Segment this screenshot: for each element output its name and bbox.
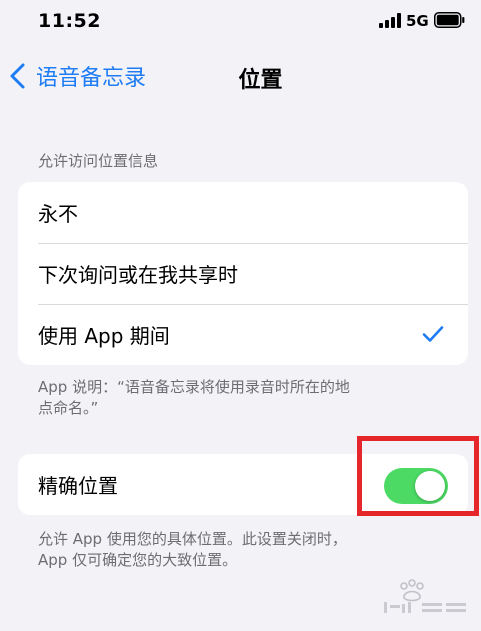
footer-line: App 仅可确定您的大致位置。 (38, 551, 238, 569)
access-section-footer: App 说明：“语音备忘录将使用录音时所在的地 点命名。” (38, 377, 448, 419)
settings-screen: 11:52 5G 语音备忘录 位置 允许访问位置信息 永不 下次询问或在我共享时… (0, 0, 481, 631)
access-section-header: 允许访问位置信息 (38, 152, 159, 170)
checkmark-icon (422, 326, 444, 342)
signal-icon (379, 13, 401, 28)
footer-line: 点命名。” (38, 399, 99, 417)
status-time: 11:52 (38, 10, 101, 32)
option-never[interactable]: 永不 (18, 182, 468, 243)
option-ask-next-time[interactable]: 下次询问或在我共享时 (18, 243, 468, 304)
footer-line: 允许 App 使用您的具体位置。此设置关闭时， (38, 530, 347, 548)
navigation-bar: 语音备忘录 位置 (0, 50, 481, 102)
status-bar: 11:52 5G (0, 0, 481, 44)
access-options-group: 永不 下次询问或在我共享时 使用 App 期间 (18, 182, 468, 365)
precise-location-label: 精确位置 (38, 474, 118, 498)
watermark-logo-icon (384, 579, 466, 613)
option-label: 使用 App 期间 (38, 324, 170, 348)
annotation-highlight-box (357, 436, 479, 516)
option-while-using-app[interactable]: 使用 App 期间 (18, 304, 468, 365)
option-label: 永不 (38, 202, 78, 226)
page-title: 位置 (238, 68, 283, 93)
precise-section-footer: 允许 App 使用您的具体位置。此设置关闭时， App 仅可确定您的大致位置。 (38, 529, 448, 571)
option-label: 下次询问或在我共享时 (38, 263, 238, 287)
network-label: 5G (406, 12, 429, 30)
footer-line: App 说明：“语音备忘录将使用录音时所在的地 (38, 378, 350, 396)
battery-icon (434, 12, 465, 28)
